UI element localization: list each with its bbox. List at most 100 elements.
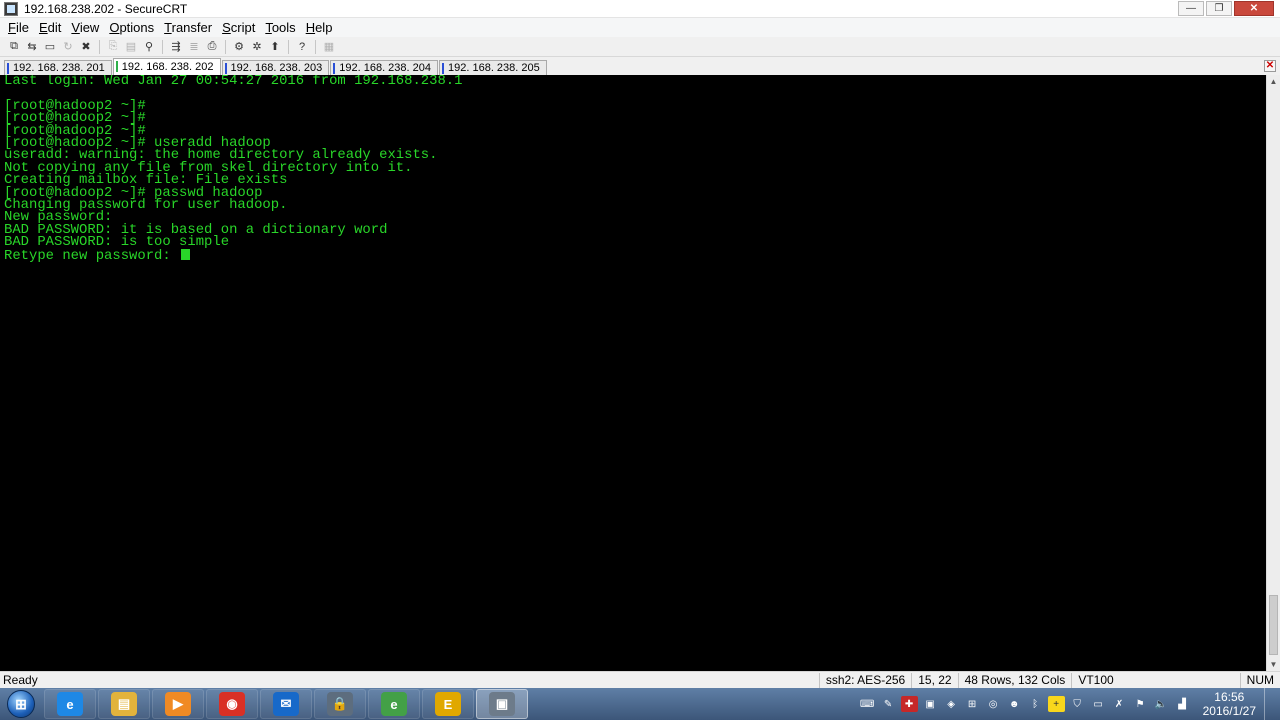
terminal-line: [root@hadoop2 ~]# bbox=[4, 97, 146, 114]
status-cursor-position: 15, 22 bbox=[911, 672, 957, 688]
quick-connect-icon[interactable]: ⇆ bbox=[23, 39, 41, 55]
network-warning-icon[interactable]: ✗ bbox=[1111, 696, 1128, 712]
maximize-button[interactable]: ❐ bbox=[1206, 1, 1232, 16]
menu-transfer[interactable]: Transfer bbox=[159, 20, 217, 35]
terminal-line: Last login: Wed Jan 27 00:54:27 2016 fro… bbox=[4, 75, 463, 89]
scroll-thumb[interactable] bbox=[1269, 595, 1278, 655]
terminal-cursor bbox=[181, 248, 191, 260]
terminal-output: Last login: Wed Jan 27 00:54:27 2016 fro… bbox=[0, 75, 1266, 264]
chrome-icon: ◉ bbox=[219, 692, 245, 716]
status-bar: Ready ssh2: AES-256 15, 22 48 Rows, 132 … bbox=[0, 671, 1280, 688]
taskbar-button[interactable]: e bbox=[44, 689, 96, 719]
close-button[interactable]: ✕ bbox=[1234, 1, 1274, 16]
connect-in-tab-icon[interactable]: ▭ bbox=[41, 39, 59, 55]
outlook-icon: ✉ bbox=[273, 692, 299, 716]
windows-flag-icon[interactable]: ⊞ bbox=[964, 696, 981, 712]
minimize-button[interactable]: — bbox=[1178, 1, 1204, 16]
securecrt-app-icon[interactable] bbox=[4, 1, 18, 16]
pen-icon[interactable]: ✎ bbox=[880, 696, 897, 712]
guard-icon[interactable]: ⛉ bbox=[1069, 696, 1086, 712]
display-icon[interactable]: ▭ bbox=[1090, 696, 1107, 712]
scroll-up-icon[interactable]: ▲ bbox=[1267, 75, 1280, 88]
tab-session-202[interactable]: 192. 168. 238. 202 bbox=[112, 58, 221, 75]
taskbar-button[interactable]: ▣ bbox=[476, 689, 528, 719]
menu-options[interactable]: Options bbox=[104, 20, 159, 35]
terminal-line: [root@hadoop2 ~]# bbox=[4, 110, 146, 127]
volume-icon[interactable]: 🔈 bbox=[1153, 696, 1170, 712]
session-options-icon[interactable]: ⚙ bbox=[230, 39, 248, 55]
clock-time: 16:56 bbox=[1214, 690, 1245, 704]
menu-view[interactable]: View bbox=[66, 20, 104, 35]
session-tabs: 192. 168. 238. 201 192. 168. 238. 202 19… bbox=[0, 58, 1280, 75]
flag-icon[interactable]: ⚑ bbox=[1132, 696, 1149, 712]
taskbar-button[interactable]: ◉ bbox=[206, 689, 258, 719]
toolbar-separator bbox=[99, 39, 100, 54]
toolbar-separator bbox=[225, 39, 226, 54]
windows-taskbar: ⊞ e ▤ ▶ ◉ ✉ 🔒 e E ▣ ⌨ ✎ ✚ ▣ ◈ ⊞ ◎ ☻ ᛒ + ⛉ ▭ ✗ ⚑ … bbox=[0, 688, 1280, 720]
paste-icon[interactable]: ▤ bbox=[122, 39, 140, 55]
find-icon[interactable]: ⚲ bbox=[140, 39, 158, 55]
help-icon[interactable]: ? bbox=[293, 39, 311, 55]
signal-icon[interactable]: ▟ bbox=[1174, 696, 1191, 712]
start-button[interactable]: ⊞ bbox=[0, 688, 42, 720]
keymap-icon[interactable]: ⬆ bbox=[266, 39, 284, 55]
shield-icon[interactable]: ◈ bbox=[943, 696, 960, 712]
tab-session-201[interactable]: 192. 168. 238. 201 bbox=[4, 60, 112, 75]
toolbar: ⧉ ⇆ ▭ ↻ ✖ ⎘ ▤ ⚲ ⇶ ≣ ⎙ ⚙ ✲ ⬆ ? ▦ bbox=[0, 37, 1280, 57]
taskbar-button[interactable]: ▤ bbox=[98, 689, 150, 719]
terminal-line: BAD PASSWORD: is too simple bbox=[4, 234, 230, 251]
status-numlock: NUM bbox=[1239, 672, 1280, 688]
menu-file[interactable]: File bbox=[3, 20, 34, 35]
keyboard-icon[interactable]: ⌨ bbox=[859, 696, 876, 712]
reconnect-icon[interactable]: ↻ bbox=[59, 39, 77, 55]
menu-bar: File Edit View Options Transfer Script T… bbox=[0, 18, 1280, 37]
log-icon[interactable]: ≣ bbox=[185, 39, 203, 55]
menu-help[interactable]: Help bbox=[301, 20, 338, 35]
send-icon[interactable]: ⇶ bbox=[167, 39, 185, 55]
connect-icon[interactable]: ⧉ bbox=[5, 39, 23, 55]
terminal-line: Changing password for user hadoop. bbox=[4, 197, 288, 214]
taskbar-apps: e ▤ ▶ ◉ ✉ 🔒 e E ▣ bbox=[42, 689, 528, 719]
tab-session-204[interactable]: 192. 168. 238. 204 bbox=[330, 60, 438, 75]
copy-icon[interactable]: ⎘ bbox=[104, 39, 122, 55]
antivirus-icon[interactable]: ✚ bbox=[900, 696, 918, 712]
ie-green-icon: e bbox=[381, 692, 407, 716]
terminal-line: ​ bbox=[4, 87, 1266, 99]
scroll-down-icon[interactable]: ▼ bbox=[1267, 658, 1280, 671]
status-ready: Ready bbox=[3, 673, 38, 687]
toolbar-separator bbox=[288, 39, 289, 54]
print-icon[interactable]: ⎙ bbox=[203, 39, 221, 55]
menu-edit[interactable]: Edit bbox=[34, 20, 66, 35]
security-app-icon: 🔒 bbox=[327, 692, 353, 716]
global-options-icon[interactable]: ✲ bbox=[248, 39, 266, 55]
show-desktop-button[interactable] bbox=[1264, 688, 1274, 720]
app-tray-icon[interactable]: ▣ bbox=[922, 696, 939, 712]
taskbar-button[interactable]: e bbox=[368, 689, 420, 719]
file-explorer-icon: ▤ bbox=[111, 692, 137, 716]
qq-icon[interactable]: ☻ bbox=[1006, 696, 1023, 712]
security-plus-icon[interactable]: + bbox=[1047, 696, 1065, 712]
terminal-prompt: Retype new password: bbox=[4, 247, 180, 264]
taskbar-button[interactable]: ✉ bbox=[260, 689, 312, 719]
sftp-icon[interactable]: ▦ bbox=[320, 39, 338, 55]
taskbar-button[interactable]: ▶ bbox=[152, 689, 204, 719]
menu-script[interactable]: Script bbox=[217, 20, 260, 35]
toolbar-separator bbox=[162, 39, 163, 54]
terminal-view[interactable]: Last login: Wed Jan 27 00:54:27 2016 fro… bbox=[0, 75, 1266, 671]
windows-logo-icon: ⊞ bbox=[7, 690, 35, 718]
close-tab-icon[interactable]: ✕ bbox=[1264, 60, 1276, 72]
bluetooth-icon[interactable]: ᛒ bbox=[1027, 696, 1044, 712]
menu-tools[interactable]: Tools bbox=[260, 20, 300, 35]
tab-session-205[interactable]: 192. 168. 238. 205 bbox=[439, 60, 547, 75]
taskbar-clock[interactable]: 16:56 2016/1/27 bbox=[1203, 690, 1256, 718]
taskbar-button[interactable]: E bbox=[422, 689, 474, 719]
title-bar: 192.168.238.202 - SecureCRT — ❐ ✕ bbox=[0, 0, 1280, 18]
securecrt-icon: ▣ bbox=[489, 692, 515, 716]
terminal-prompt-line: Retype new password: bbox=[4, 247, 1266, 264]
browser-tray-icon[interactable]: ◎ bbox=[985, 696, 1002, 712]
disconnect-icon[interactable]: ✖ bbox=[77, 39, 95, 55]
internet-explorer-icon: e bbox=[57, 692, 83, 716]
tab-session-203[interactable]: 192. 168. 238. 203 bbox=[221, 60, 330, 75]
taskbar-button[interactable]: 🔒 bbox=[314, 689, 366, 719]
terminal-scrollbar[interactable]: ▲ ▼ bbox=[1266, 75, 1280, 671]
